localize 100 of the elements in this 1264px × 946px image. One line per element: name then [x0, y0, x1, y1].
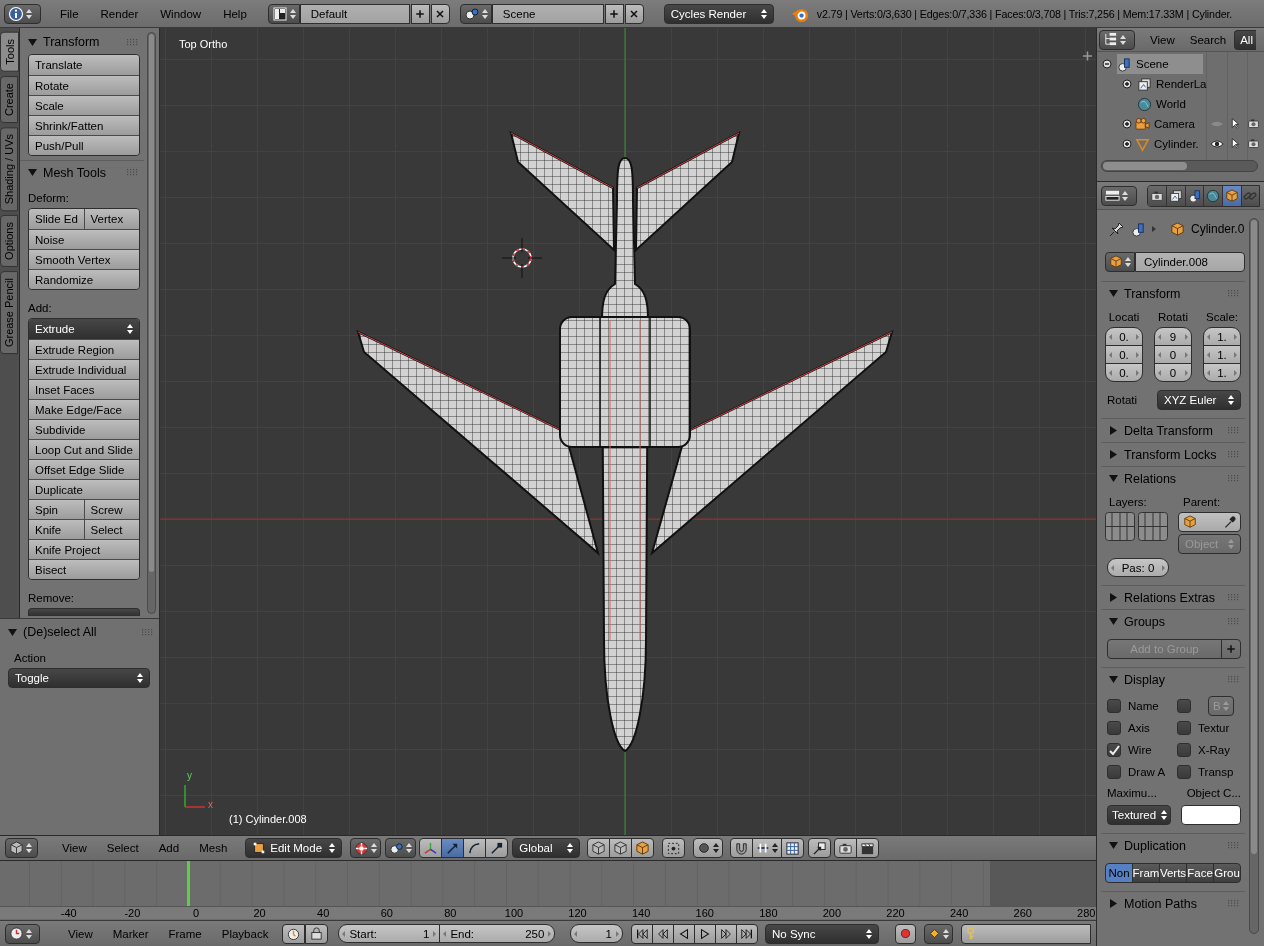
playback-button[interactable]: [652, 923, 674, 944]
tool-button[interactable]: Scale: [29, 95, 140, 115]
plus-circle-icon[interactable]: [1122, 79, 1132, 89]
data-dropdown[interactable]: [1105, 252, 1135, 272]
tool-button[interactable]: Extrude Region: [29, 339, 140, 359]
add-button[interactable]: [604, 4, 624, 24]
scrollbar[interactable]: [1101, 160, 1258, 172]
tree-item[interactable]: World: [1137, 94, 1223, 114]
parent-field[interactable]: [1178, 512, 1241, 532]
sidebar-tab[interactable]: Grease Pencil: [0, 270, 18, 355]
sidebar-tab[interactable]: Options: [0, 215, 18, 267]
grip-icon[interactable]: [1228, 618, 1239, 625]
frame-ruler[interactable]: -40 -20 0 20 40 60 80 100 120 140 160 180 200 220 240 260 280: [0, 906, 1096, 919]
editor-button[interactable]: [1099, 29, 1135, 50]
layer-grid-icon[interactable]: [1138, 512, 1168, 541]
checkbox[interactable]: [1107, 699, 1121, 713]
disclosure-triangle-icon[interactable]: [1109, 899, 1118, 908]
plus-circle-icon[interactable]: [1122, 119, 1132, 129]
checkbox[interactable]: [1107, 721, 1121, 735]
scene-field[interactable]: Scene: [491, 4, 604, 24]
number-field[interactable]: 0.: [1105, 345, 1143, 364]
tool-button[interactable]: Translate: [29, 55, 140, 75]
dropdown[interactable]: Toggle: [8, 668, 150, 688]
grip-icon[interactable]: [1228, 475, 1239, 482]
playback-button[interactable]: [694, 923, 716, 944]
mode-dropdown[interactable]: Edit Mode: [245, 838, 343, 858]
grip-icon[interactable]: [1228, 676, 1239, 683]
tool-button[interactable]: Randomize: [29, 269, 140, 289]
tool-button[interactable]: Smooth Vertex: [29, 249, 140, 269]
panel-title[interactable]: Motion Paths: [1124, 896, 1222, 911]
panel-title[interactable]: Transform Locks: [1124, 447, 1222, 462]
tool-button[interactable]: Loop Cut and Slide: [29, 439, 140, 459]
editor-button[interactable]: [5, 923, 40, 944]
panel-title[interactable]: Transform: [43, 35, 122, 49]
toggle-button[interactable]: [662, 838, 686, 858]
sync-dropdown[interactable]: No Sync: [765, 923, 879, 944]
tool-button[interactable]: Make Edge/Face: [29, 399, 140, 419]
minus-circle-icon[interactable]: [1102, 59, 1112, 69]
sidebar-tab[interactable]: Shading / UVs: [0, 126, 18, 212]
grip-icon[interactable]: [1228, 451, 1239, 458]
tool-button[interactable]: Push/Pull: [29, 135, 140, 155]
playback-button[interactable]: [631, 923, 653, 944]
disclosure-triangle-icon[interactable]: [1109, 593, 1118, 602]
menu-item[interactable]: File: [49, 8, 90, 20]
number-field[interactable]: Pas: 0: [1107, 558, 1169, 577]
add-button[interactable]: [1221, 639, 1241, 659]
name-field[interactable]: Cylinder.008: [1135, 252, 1245, 272]
toggle-button[interactable]: [730, 838, 754, 858]
toggle-button[interactable]: [781, 838, 805, 858]
segment-button[interactable]: Fram: [1132, 863, 1160, 883]
menu-item[interactable]: Add: [148, 842, 190, 854]
tool-button[interactable]: Bisect: [29, 559, 140, 579]
number-field[interactable]: 0: [1154, 345, 1192, 364]
delete-button[interactable]: [624, 4, 644, 24]
number-field[interactable]: 0: [1154, 363, 1192, 382]
number-field[interactable]: 1.: [1203, 363, 1241, 382]
plus-icon[interactable]: [1082, 50, 1093, 62]
dropdown[interactable]: Cycles Render: [663, 4, 774, 24]
tool-button[interactable]: Offset Edge Slide: [29, 459, 140, 479]
disclosure-triangle-icon[interactable]: [1109, 450, 1118, 459]
tool-button[interactable]: Extrude Individual: [29, 359, 140, 379]
manipulator-button[interactable]: [419, 838, 443, 858]
tool-button[interactable]: Slide Ed: [29, 209, 84, 229]
plus-circle-icon[interactable]: [1122, 139, 1132, 149]
add-button[interactable]: [410, 4, 430, 24]
tool-button[interactable]: Duplicate: [29, 479, 140, 499]
editor-button[interactable]: [267, 4, 300, 24]
disclosure-triangle-icon[interactable]: [28, 37, 37, 47]
shading-dropdown[interactable]: [350, 838, 382, 858]
checkbox[interactable]: [1177, 721, 1191, 735]
tool-button[interactable]: Vertex: [83, 209, 140, 229]
dropdown[interactable]: Textured: [1107, 805, 1171, 825]
segment-button[interactable]: Face: [1186, 863, 1214, 883]
toggle-button[interactable]: [587, 838, 611, 858]
checkbox[interactable]: [1177, 699, 1191, 713]
grip-icon[interactable]: [1228, 427, 1239, 434]
number-field[interactable]: 0.: [1105, 363, 1143, 382]
menu-item[interactable]: Mesh: [189, 842, 238, 854]
disclosure-triangle-icon[interactable]: [1109, 675, 1118, 684]
grip-icon[interactable]: [127, 38, 139, 46]
menu-item[interactable]: Help: [212, 8, 258, 20]
tool-button[interactable]: Subdivide: [29, 419, 140, 439]
playback-button[interactable]: [715, 923, 737, 944]
tool-button[interactable]: Shrink/Fatten: [29, 115, 140, 135]
editor-button[interactable]: [1101, 185, 1137, 206]
playback-button[interactable]: [736, 923, 758, 944]
checkbox[interactable]: [1177, 765, 1191, 779]
tool-button[interactable]: Select: [83, 519, 140, 539]
menu-item[interactable]: Playback: [211, 927, 279, 940]
context-tab[interactable]: [1166, 185, 1185, 206]
dropdown[interactable]: Extrude: [29, 319, 140, 339]
panel-title[interactable]: Relations: [1124, 471, 1222, 486]
disclosure-triangle-icon[interactable]: [1109, 841, 1118, 850]
number-field[interactable]: End: 250: [439, 924, 556, 943]
context-tab[interactable]: [1203, 185, 1222, 206]
3d-cursor-icon[interactable]: [501, 237, 543, 279]
tree-item[interactable]: Camera: [1135, 114, 1207, 134]
disclosure-triangle-icon[interactable]: [28, 168, 37, 177]
grip-icon[interactable]: [1228, 290, 1239, 297]
panel-title[interactable]: Mesh Tools: [43, 165, 122, 180]
